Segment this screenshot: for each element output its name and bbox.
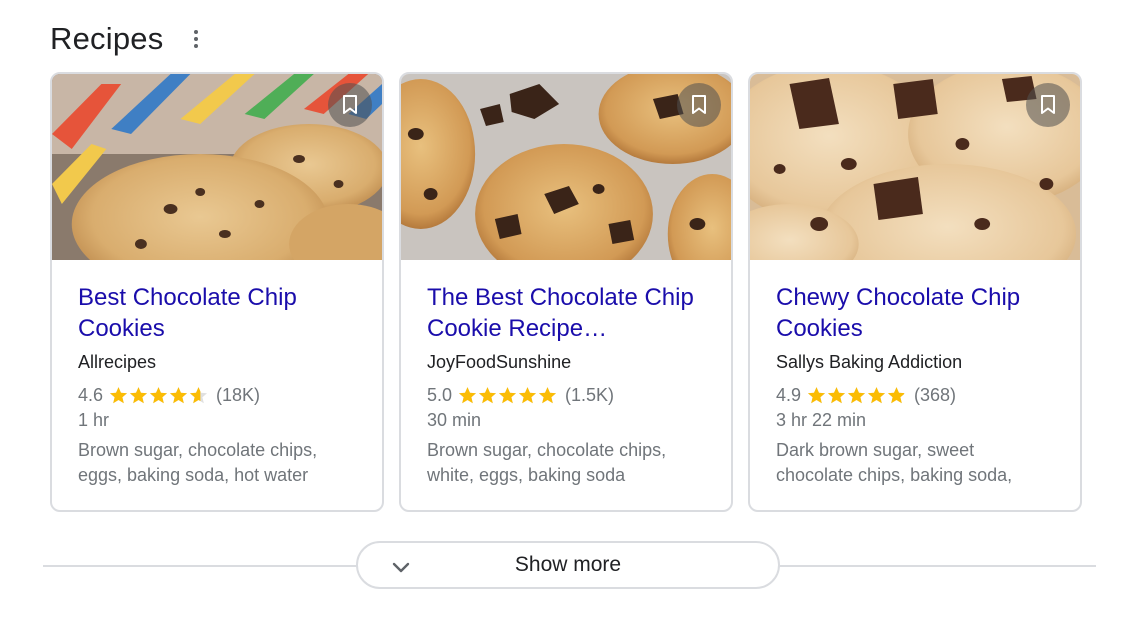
bookmark-button[interactable] <box>677 83 721 127</box>
show-more-label: Show more <box>514 553 622 576</box>
star-icon <box>129 386 148 403</box>
rating-value: 4.9 <box>776 385 802 405</box>
show-more-button[interactable]: Show more <box>356 541 780 589</box>
recipe-image <box>750 74 1080 260</box>
ingredients-text: Dark brown sugar, sweet chocolate chips,… <box>776 440 1013 485</box>
cook-time: 1 hr <box>78 410 110 430</box>
recipe-carousel: Best Chocolate Chip Cookies Allrecipes 4… <box>50 72 1082 512</box>
recipe-title-link[interactable]: The Best Chocolate Chip Cookie Recipe… <box>427 282 705 344</box>
review-count: (18K) <box>216 385 261 405</box>
rating-value: 5.0 <box>427 385 453 405</box>
recipe-card[interactable]: Best Chocolate Chip Cookies Allrecipes 4… <box>50 72 384 512</box>
star-icon <box>518 386 537 403</box>
recipes-header: Recipes <box>50 18 201 60</box>
rating-row: 4.6 (18K) <box>78 384 356 406</box>
review-count: (1.5K) <box>565 385 615 405</box>
recipe-source: Sallys Baking Addiction <box>776 352 963 372</box>
star-icon <box>478 386 497 403</box>
bookmark-icon <box>343 95 357 114</box>
ingredients-text: Brown sugar, chocolate chips, eggs, baki… <box>78 440 318 485</box>
review-count: (368) <box>914 385 957 405</box>
rating-row: 5.0 (1.5K) <box>427 384 705 406</box>
recipe-image <box>52 74 382 260</box>
star-icon <box>827 386 846 403</box>
star-icon <box>109 386 128 403</box>
ingredients-text: Brown sugar, chocolate chips, white, egg… <box>427 440 667 485</box>
section-title: Recipes <box>50 21 164 56</box>
star-icon <box>538 386 557 403</box>
star-icon <box>807 386 826 403</box>
chevron-down-icon <box>392 562 410 573</box>
bookmark-button[interactable] <box>328 83 372 127</box>
more-vert-icon[interactable] <box>191 27 201 51</box>
rating-row: 4.9 (368) <box>776 384 1054 406</box>
star-rating <box>109 386 208 405</box>
star-icon <box>887 386 906 403</box>
star-icon <box>189 386 208 403</box>
recipe-card[interactable]: Chewy Chocolate Chip Cookies Sallys Baki… <box>748 72 1082 512</box>
recipe-image <box>401 74 731 260</box>
recipe-source: JoyFoodSunshine <box>427 352 572 372</box>
recipe-title-link[interactable]: Chewy Chocolate Chip Cookies <box>776 282 1054 344</box>
recipe-source: Allrecipes <box>78 352 157 372</box>
star-icon <box>867 386 886 403</box>
recipe-card[interactable]: The Best Chocolate Chip Cookie Recipe… J… <box>399 72 733 512</box>
cook-time: 3 hr 22 min <box>776 410 867 430</box>
star-icon <box>847 386 866 403</box>
star-rating <box>458 386 557 405</box>
star-rating <box>807 386 906 405</box>
bookmark-icon <box>692 95 706 114</box>
bookmark-button[interactable] <box>1026 83 1070 127</box>
star-icon <box>498 386 517 403</box>
star-icon <box>149 386 168 403</box>
bookmark-icon <box>1041 95 1055 114</box>
recipe-title-link[interactable]: Best Chocolate Chip Cookies <box>78 282 356 344</box>
cook-time: 30 min <box>427 410 482 430</box>
star-icon <box>458 386 477 403</box>
star-icon <box>169 386 188 403</box>
rating-value: 4.6 <box>78 385 104 405</box>
